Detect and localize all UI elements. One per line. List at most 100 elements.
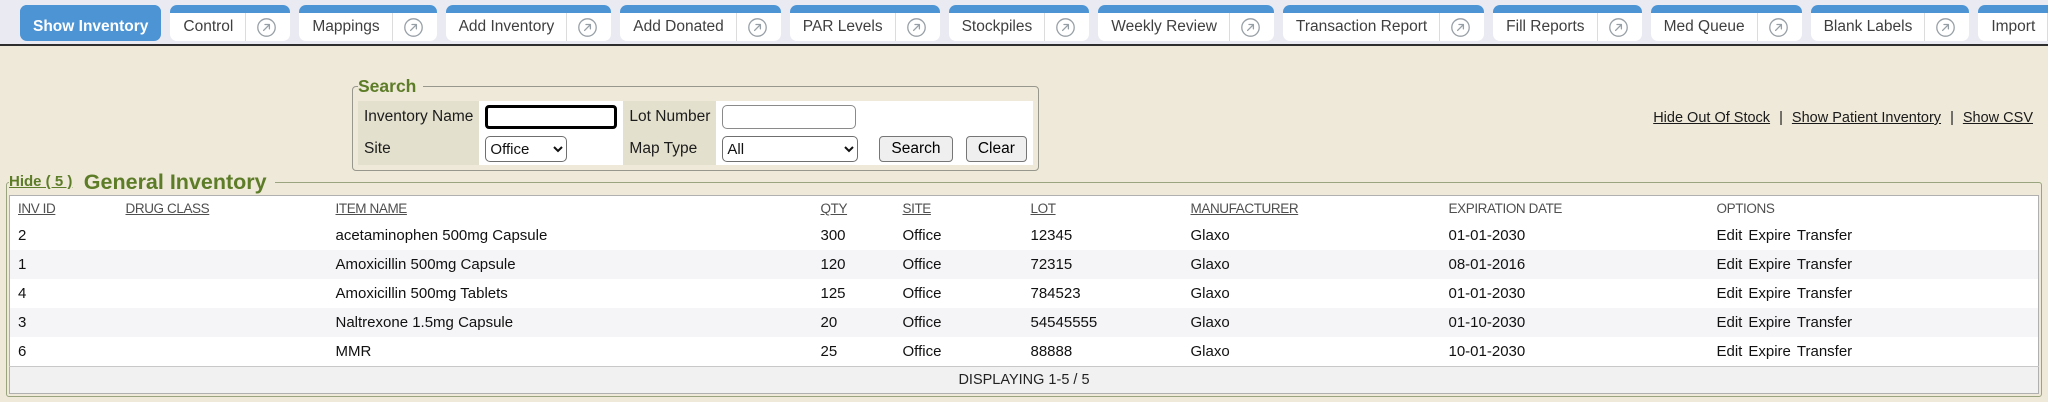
column-header-inv-id[interactable]: INV ID — [10, 196, 118, 222]
expire-link[interactable]: Expire — [1748, 343, 1791, 360]
cell-expiration-date: 01-01-2030 — [1441, 279, 1709, 308]
open-in-new-window-icon[interactable] — [1450, 17, 1471, 38]
hide-out-of-stock-link[interactable]: Hide Out Of Stock — [1653, 110, 1770, 126]
tab-label: Med Queue — [1664, 18, 1745, 36]
clear-button[interactable]: Clear — [966, 136, 1027, 162]
open-in-new-window-icon[interactable] — [1055, 17, 1076, 38]
open-in-new-window-icon[interactable] — [747, 17, 768, 38]
tab-add-donated[interactable]: Add Donated — [620, 5, 781, 41]
cell-drug-class — [118, 308, 328, 337]
tab-fill-reports[interactable]: Fill Reports — [1493, 5, 1641, 41]
column-header-manufacturer[interactable]: MANUFACTURER — [1183, 196, 1441, 222]
column-header-site[interactable]: SITE — [895, 196, 1023, 222]
tab-label: Fill Reports — [1506, 18, 1584, 36]
tab-label: Blank Labels — [1824, 18, 1913, 36]
transfer-link[interactable]: Transfer — [1797, 227, 1852, 244]
expire-link[interactable]: Expire — [1748, 285, 1791, 302]
show-csv-link[interactable]: Show CSV — [1963, 110, 2033, 126]
inventory-row-1: 1Amoxicillin 500mg Capsule120Office72315… — [10, 250, 2039, 279]
cell-expiration-date: 01-10-2030 — [1441, 308, 1709, 337]
tab-label: Import — [1991, 18, 2035, 36]
tab-med-queue[interactable]: Med Queue — [1651, 5, 1802, 41]
tab-label: Stockpiles — [962, 18, 1033, 36]
tab-show-inventory[interactable]: Show Inventory — [20, 5, 161, 41]
cell-site: Office — [895, 221, 1023, 250]
tab-blank-labels[interactable]: Blank Labels — [1811, 5, 1970, 41]
tab-top-stripe — [20, 5, 161, 13]
cell-lot: 72315 — [1023, 250, 1183, 279]
cell-options: Edit Expire Transfer — [1709, 221, 2039, 250]
search-form: Inventory Name Lot Number Site Office Ma… — [358, 101, 1033, 165]
open-in-new-window-icon[interactable] — [906, 17, 927, 38]
tab-weekly-review[interactable]: Weekly Review — [1098, 5, 1274, 41]
tab-label: Control — [183, 18, 233, 36]
map-type-select[interactable]: All — [722, 136, 858, 162]
tab-import[interactable]: Import — [1978, 5, 2048, 41]
inventory-name-label: Inventory Name — [358, 101, 479, 133]
show-patient-inventory-link[interactable]: Show Patient Inventory — [1792, 110, 1941, 126]
tab-add-inventory[interactable]: Add Inventory — [446, 5, 612, 41]
hide-count-link[interactable]: Hide ( 5 ) — [9, 173, 72, 190]
edit-link[interactable]: Edit — [1717, 285, 1743, 302]
column-header-item-name[interactable]: ITEM NAME — [328, 196, 813, 222]
cell-manufacturer: Glaxo — [1183, 221, 1441, 250]
tab-top-stripe — [1978, 5, 2048, 13]
cell-drug-class — [118, 279, 328, 308]
cell-drug-class — [118, 250, 328, 279]
transfer-link[interactable]: Transfer — [1797, 285, 1852, 302]
open-in-new-window-icon[interactable] — [1935, 17, 1956, 38]
open-in-new-window-icon[interactable] — [1240, 17, 1261, 38]
cell-site: Office — [895, 337, 1023, 367]
edit-link[interactable]: Edit — [1717, 314, 1743, 331]
edit-link[interactable]: Edit — [1717, 256, 1743, 273]
expire-link[interactable]: Expire — [1748, 314, 1791, 331]
expire-link[interactable]: Expire — [1748, 227, 1791, 244]
column-header-lot[interactable]: LOT — [1023, 196, 1183, 222]
tab-top-stripe — [790, 5, 940, 13]
tab-bar: Show Inventory Control Mappings Add Invento… — [0, 0, 2048, 46]
inventory-name-input[interactable] — [485, 105, 617, 129]
tab-mappings[interactable]: Mappings — [299, 5, 436, 41]
tab-control[interactable]: Control — [170, 5, 290, 41]
cell-lot: 54545555 — [1023, 308, 1183, 337]
column-header-drug-class[interactable]: DRUG CLASS — [118, 196, 328, 222]
search-panel: Search Inventory Name Lot Number Site Of… — [352, 76, 1039, 171]
transfer-link[interactable]: Transfer — [1797, 314, 1852, 331]
tab-label: Transaction Report — [1296, 18, 1427, 36]
tab-divider — [736, 13, 737, 41]
open-in-new-window-icon[interactable] — [403, 17, 424, 38]
open-in-new-window-icon[interactable] — [1608, 17, 1629, 38]
column-header-qty[interactable]: QTY — [813, 196, 895, 222]
open-in-new-window-icon[interactable] — [1768, 17, 1789, 38]
cell-options: Edit Expire Transfer — [1709, 308, 2039, 337]
cell-options: Edit Expire Transfer — [1709, 337, 2039, 367]
transfer-link[interactable]: Transfer — [1797, 256, 1852, 273]
open-in-new-window-icon[interactable] — [577, 17, 598, 38]
lot-number-label: Lot Number — [623, 101, 716, 133]
edit-link[interactable]: Edit — [1717, 227, 1743, 244]
inventory-row-2: 2acetaminophen 500mg Capsule300Office123… — [10, 221, 2039, 250]
tab-top-stripe — [1651, 5, 1802, 13]
general-inventory-title: General Inventory — [84, 170, 267, 194]
tab-stockpiles[interactable]: Stockpiles — [949, 5, 1090, 41]
cell-item-name: acetaminophen 500mg Capsule — [328, 221, 813, 250]
tab-top-stripe — [1811, 5, 1970, 13]
tab-divider — [1597, 13, 1598, 41]
tab-label: Add Donated — [633, 18, 724, 36]
open-in-new-window-icon[interactable] — [256, 17, 277, 38]
expire-link[interactable]: Expire — [1748, 256, 1791, 273]
lot-number-input[interactable] — [722, 105, 856, 129]
cell-options: Edit Expire Transfer — [1709, 279, 2039, 308]
general-inventory-panel: Hide ( 5 ) General Inventory INV IDDRUG … — [6, 170, 2042, 397]
tab-transaction-report[interactable]: Transaction Report — [1283, 5, 1484, 41]
search-button[interactable]: Search — [879, 136, 952, 162]
cell-inv-id: 2 — [10, 221, 118, 250]
tab-par-levels[interactable]: PAR Levels — [790, 5, 940, 41]
tab-top-stripe — [620, 5, 781, 13]
edit-link[interactable]: Edit — [1717, 343, 1743, 360]
tab-label: PAR Levels — [803, 18, 883, 36]
tab-divider — [1044, 13, 1045, 41]
transfer-link[interactable]: Transfer — [1797, 343, 1852, 360]
site-select[interactable]: Office — [485, 136, 567, 162]
search-legend: Search — [358, 76, 423, 97]
